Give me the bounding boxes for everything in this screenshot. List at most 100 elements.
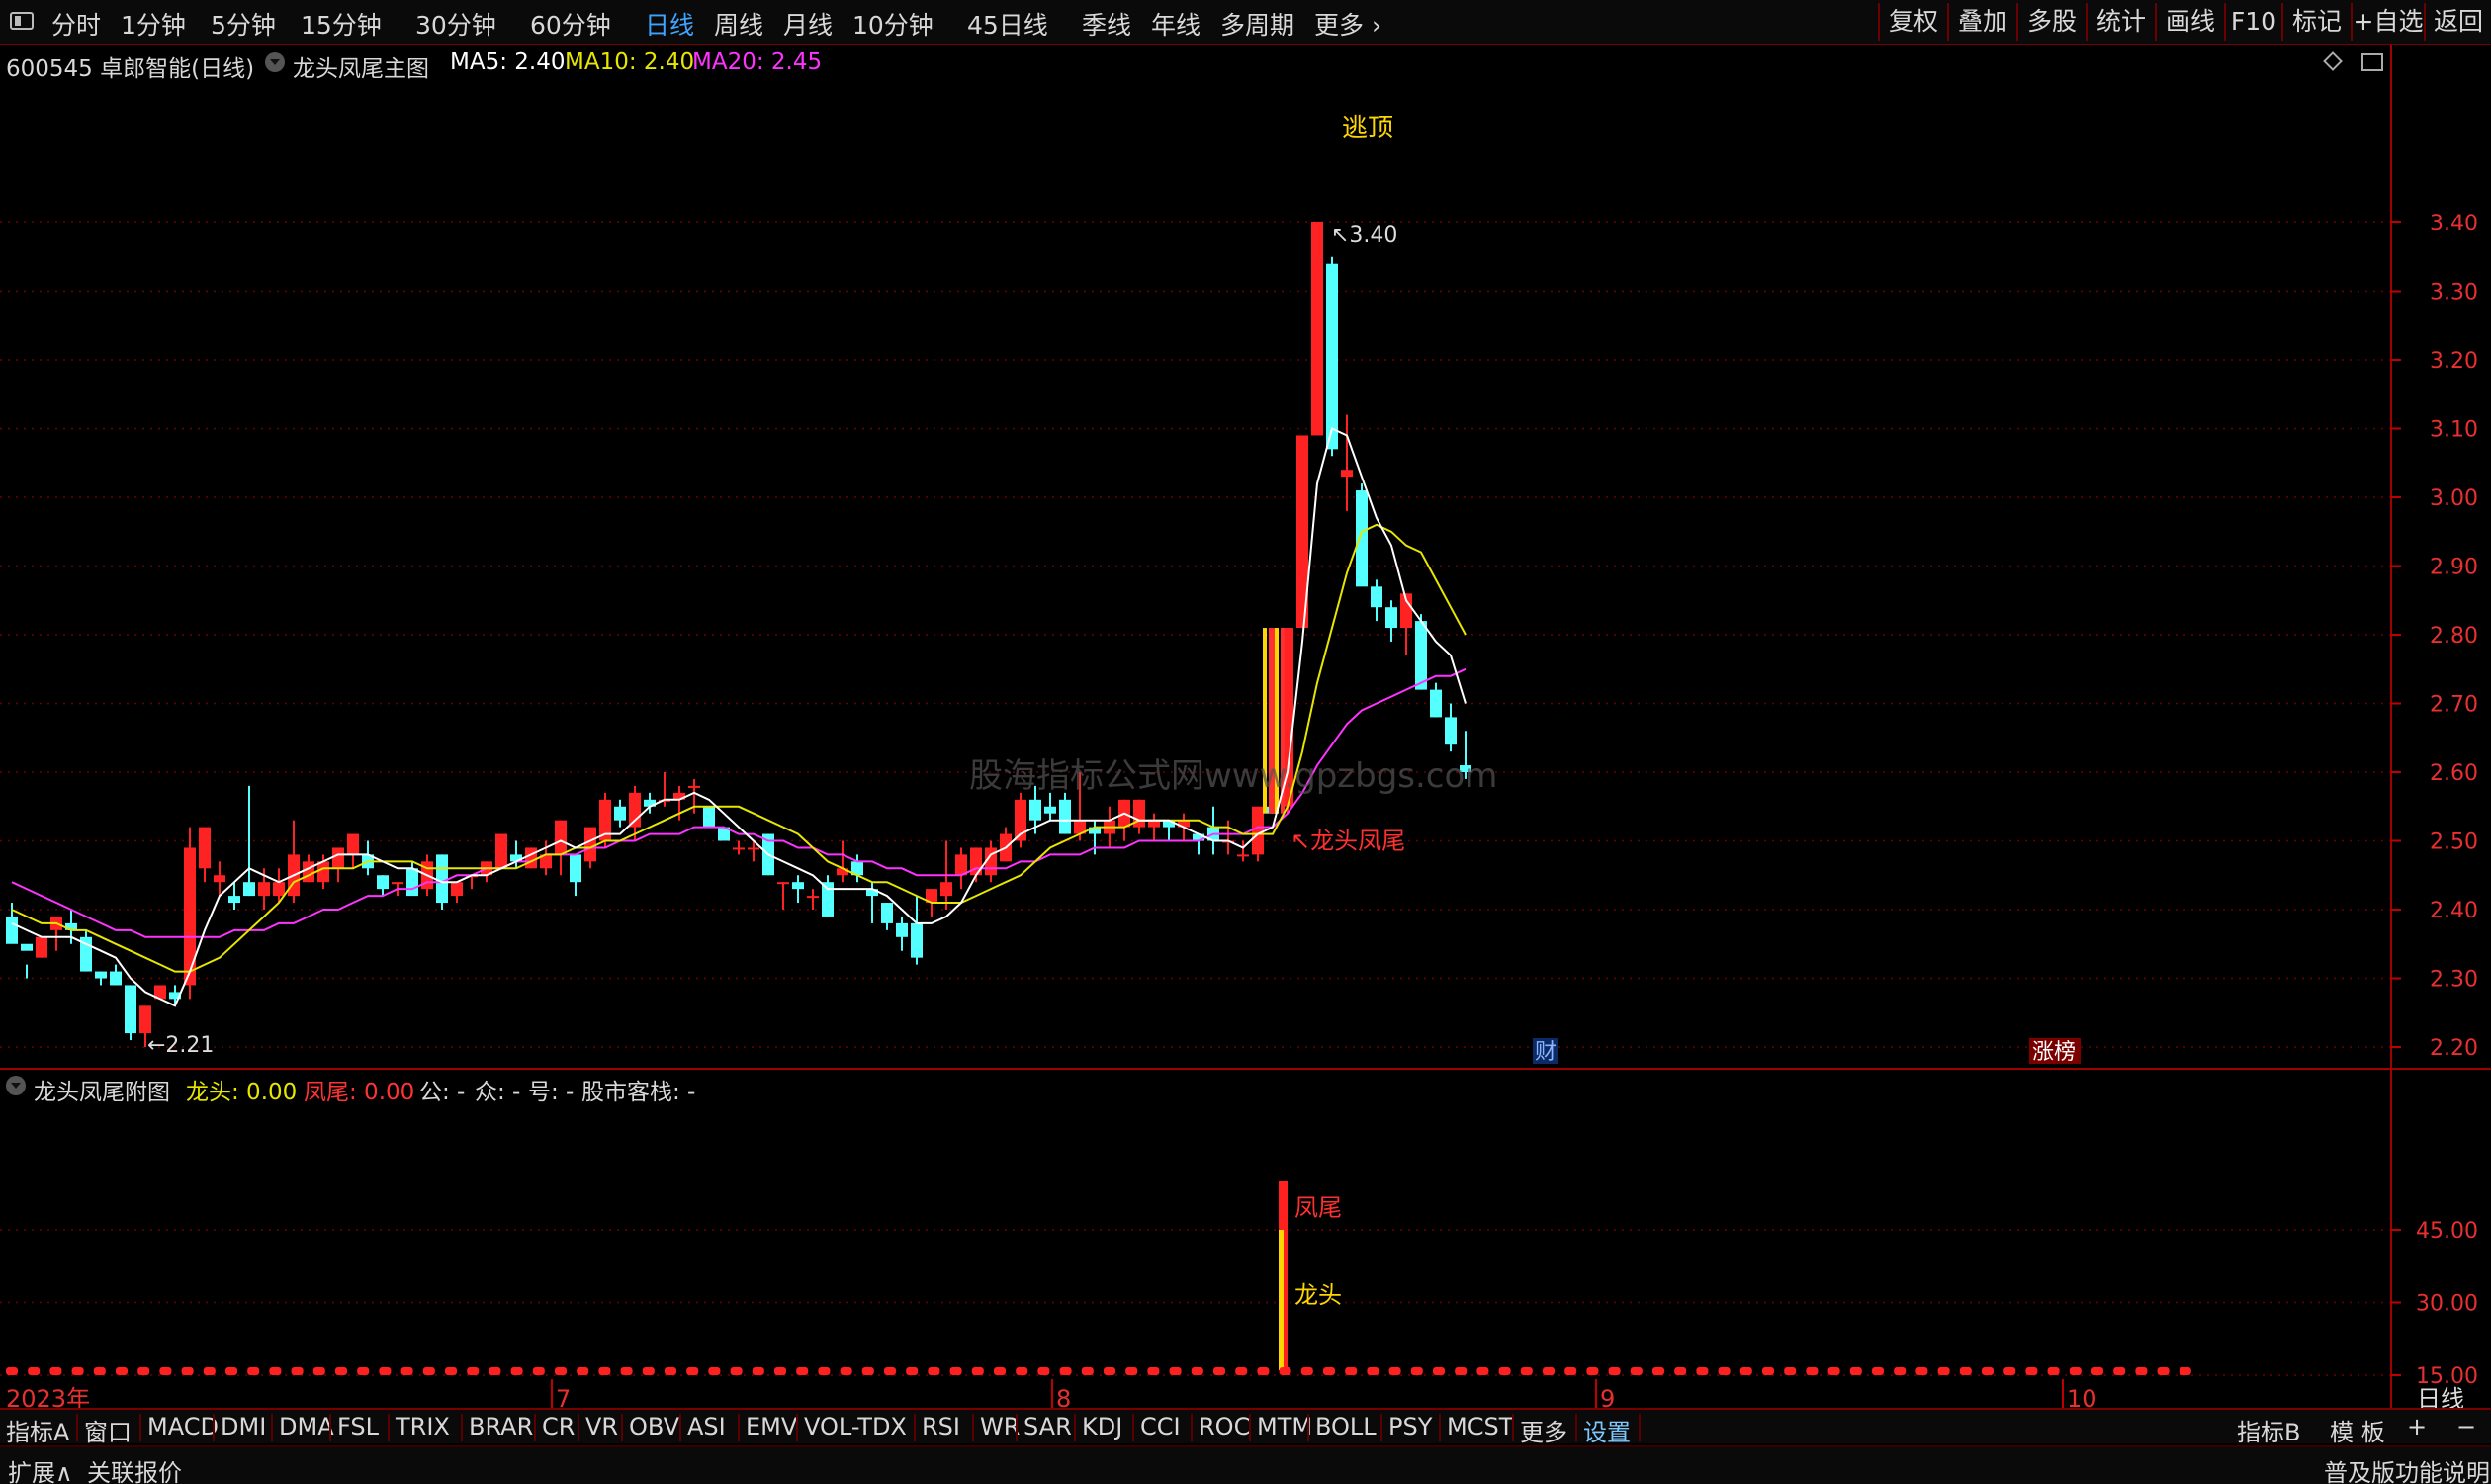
indicator-tab-right-1[interactable]: 模 板	[2330, 1413, 2385, 1447]
indicator-tab-right-2[interactable]: +	[2407, 1413, 2427, 1440]
signal-dot	[994, 1367, 1006, 1375]
candle-body	[495, 833, 507, 869]
indicator-tab-3[interactable]: DMI	[221, 1413, 266, 1440]
signal-dot	[225, 1367, 237, 1375]
indicator-tab-17[interactable]: KDJ	[1082, 1413, 1122, 1440]
indicator-tab-5[interactable]: FSL	[337, 1413, 379, 1440]
toolbar-button-5[interactable]: F10	[2224, 3, 2281, 41]
signal-dot	[1849, 1367, 1862, 1375]
indicator-tab-15[interactable]: WR	[980, 1413, 1020, 1440]
indicator-tab-19[interactable]: ROC	[1199, 1413, 1250, 1440]
period-tab-3[interactable]: 15分钟	[301, 6, 382, 42]
toolbar-button-8[interactable]: 返回	[2424, 3, 2491, 41]
candle-body	[436, 854, 448, 904]
signal-dot	[291, 1367, 304, 1375]
period-tab-2[interactable]: 5分钟	[211, 6, 276, 42]
sub-indicator-dropdown-icon[interactable]	[6, 1076, 26, 1095]
toolbar-button-1[interactable]: 叠加	[1947, 3, 2016, 41]
status-bar: 扩展∧ 关联报价 普及版功能说明	[0, 1445, 2491, 1484]
signal-dot	[1827, 1367, 1840, 1375]
indicator-tab-10[interactable]: OBV	[629, 1413, 679, 1440]
signal-dot	[1630, 1367, 1643, 1375]
indicator-tab-22[interactable]: PSY	[1388, 1413, 1432, 1440]
period-tab-1[interactable]: 1分钟	[121, 6, 186, 42]
signal-dot	[971, 1367, 984, 1375]
candle-body	[807, 896, 819, 899]
chart-area[interactable]: 凤尾龙头 ↖3.40 逃顶 ←2.21 ↖龙头凤尾 股海指标公式网www.gpzbgs.…	[0, 45, 2491, 1408]
indicator-tab-12[interactable]: EMV	[746, 1413, 797, 1440]
toolbar-button-6[interactable]: 标记	[2281, 3, 2351, 41]
escape-top-label: 逃顶	[1342, 114, 1393, 143]
indicator-tab-right-3[interactable]: −	[2456, 1413, 2476, 1440]
indicator-tab-8[interactable]: CR	[542, 1413, 575, 1440]
indicator-tab-18[interactable]: CCI	[1140, 1413, 1181, 1440]
finance-event-label: 财	[1535, 1040, 1557, 1065]
toolbar-button-0[interactable]: 复权	[1878, 3, 1947, 41]
toolbar-button-7[interactable]: +自选	[2351, 3, 2424, 41]
indicator-tab-1[interactable]: 窗口	[84, 1413, 132, 1447]
candle	[154, 985, 166, 1000]
indicator-tab-25[interactable]: 设置	[1583, 1413, 1631, 1447]
period-tab-13[interactable]: 多周期	[1220, 6, 1294, 42]
tab-separator	[76, 1414, 78, 1441]
toolbar-button-2[interactable]: 多股	[2016, 3, 2086, 41]
candle	[347, 833, 359, 869]
indicator-tab-11[interactable]: ASI	[687, 1413, 726, 1440]
sub-indicator-name[interactable]: 龙头凤尾附图	[34, 1073, 170, 1106]
indicator-tab-9[interactable]: VR	[585, 1413, 618, 1440]
period-tab-11[interactable]: 季线	[1082, 6, 1131, 42]
candle	[822, 875, 834, 917]
period-tab-9[interactable]: 10分钟	[852, 6, 934, 42]
price-axes: 3.40 3.30 3.20 3.10 3.00 2.90 2.80 2.70 2.60 2.50…	[0, 45, 2491, 1408]
indicator-tab-7[interactable]: BRAR	[469, 1413, 533, 1440]
candle-body	[347, 833, 359, 855]
signal-dot	[1739, 1367, 1752, 1375]
period-tab-6[interactable]: 日线	[645, 6, 694, 42]
indicator-tab-24[interactable]: 更多	[1520, 1413, 1567, 1447]
candle	[36, 936, 47, 958]
expand-button[interactable]: 扩展∧	[8, 1453, 73, 1484]
period-tab-8[interactable]: 月线	[783, 6, 833, 42]
period-tab-4[interactable]: 30分钟	[415, 6, 496, 42]
candle	[1341, 414, 1353, 511]
signal-dot	[93, 1367, 106, 1375]
signal-dot	[445, 1367, 457, 1375]
indicator-tab-23[interactable]: MCST	[1447, 1413, 1513, 1440]
signal-dot	[752, 1367, 764, 1375]
main-annotations: ↖3.40 逃顶 ←2.21 ↖龙头凤尾 股海指标公式网www.gpzbgs.com 财 涨…	[147, 114, 2081, 1065]
indicator-tab-0[interactable]: 指标A	[6, 1413, 69, 1447]
indicator-tab-13[interactable]: VOL-TDX	[804, 1413, 907, 1440]
edition-info-link[interactable]: 普及版功能说明	[2324, 1453, 2490, 1484]
period-tab-7[interactable]: 周线	[714, 6, 763, 42]
signal-dot	[2091, 1367, 2103, 1375]
period-tab-5[interactable]: 60分钟	[530, 6, 611, 42]
period-tab-14[interactable]: 更多 ›	[1314, 6, 1381, 42]
signal-dot	[1564, 1367, 1577, 1375]
indicator-tab-6[interactable]: TRIX	[396, 1413, 450, 1440]
indicator-tab-16[interactable]: SAR	[1023, 1413, 1072, 1440]
period-tab-0[interactable]: 分时	[51, 6, 101, 42]
signal-dot	[49, 1367, 62, 1375]
indicator-tab-21[interactable]: BOLL	[1315, 1413, 1377, 1440]
tab-separator	[1307, 1414, 1309, 1441]
related-quotes-button[interactable]: 关联报价	[87, 1453, 182, 1484]
toolbar-button-4[interactable]: 画线	[2155, 3, 2224, 41]
indicator-tab-2[interactable]: MACD	[147, 1413, 219, 1440]
period-tab-10[interactable]: 45日线	[967, 6, 1048, 42]
signal-dot	[1586, 1367, 1599, 1375]
signal-dot	[137, 1367, 150, 1375]
indicator-tab-4[interactable]: DMA	[279, 1413, 334, 1440]
month-label: 8	[1056, 1385, 1071, 1408]
candle-body	[792, 882, 804, 890]
candle	[570, 854, 581, 897]
toolbar-button-3[interactable]: 统计	[2086, 3, 2155, 41]
window-toggle-icon[interactable]	[10, 12, 34, 30]
signal-dot	[510, 1367, 523, 1375]
period-tab-12[interactable]: 年线	[1151, 6, 1201, 42]
indicator-tab-20[interactable]: MTM	[1257, 1413, 1312, 1440]
signal-dot	[1872, 1367, 1884, 1375]
indicator-tab-14[interactable]: RSI	[922, 1413, 960, 1440]
candle	[837, 840, 848, 883]
tab-separator	[1639, 1414, 1641, 1441]
indicator-tab-right-0[interactable]: 指标B	[2237, 1413, 2300, 1447]
